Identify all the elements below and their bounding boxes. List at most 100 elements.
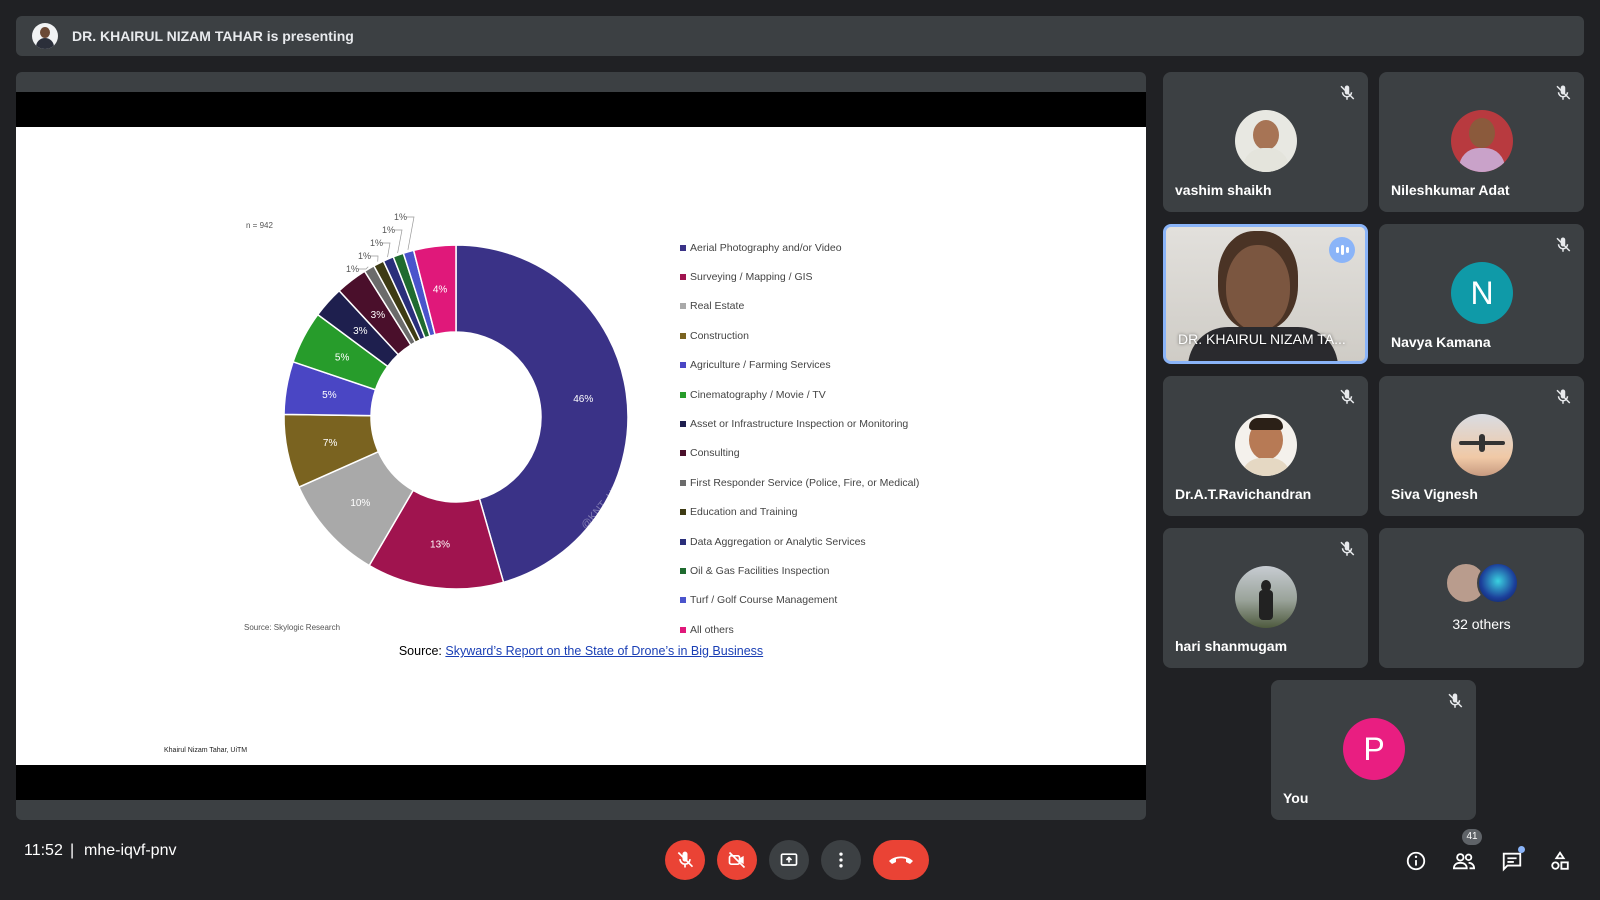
leave-call-button[interactable] [873,840,929,880]
participant-name: vashim shaikh [1175,182,1272,198]
leader-line [406,216,415,250]
legend-label: First Responder Service (Police, Fire, o… [690,476,920,489]
legend-swatch [680,538,686,545]
legend-swatch [680,597,686,604]
present-now-button[interactable] [769,840,809,880]
participant-name: Navya Kamana [1391,334,1491,350]
hang-up-icon [889,856,913,864]
participants-count-badge: 41 [1462,829,1482,845]
legend-label: Surveying / Mapping / GIS [690,271,813,284]
slice-label: 13% [430,540,450,551]
leader-line [358,266,369,270]
participant-name: Nileshkumar Adat [1391,182,1510,198]
participant-name: hari shanmugam [1175,638,1288,654]
others-count: 32 others [1452,616,1511,632]
legend-swatch [680,450,686,457]
legend-item: Asset or Infrastructure Inspection or Mo… [680,409,919,438]
bottom-toolbar: 11:52 | mhe-iqvf-pnv 41 [0,820,1600,900]
legend-label: Education and Training [690,506,798,519]
slice-label: 4% [433,284,448,295]
legend-label: Aerial Photography and/or Video [690,241,842,254]
presentation-stage[interactable]: 46% 13% 10% 7% 5% 5% 3% 3% 4% 1% 1% 1% 1% 1% n = 942 … [16,72,1146,820]
mic-off-icon [1556,389,1571,404]
slice-label: 46% [573,394,593,405]
legend-label: All others [690,623,734,636]
leader-line [394,229,403,254]
slide: 46% 13% 10% 7% 5% 5% 3% 3% 4% 1% 1% 1% 1% 1% n = 942 … [16,127,1146,765]
more-options-button[interactable] [821,840,861,880]
camera-off-icon [728,851,746,869]
legend-item: Turf / Golf Course Management [680,586,919,615]
avatar [1235,414,1297,476]
avatar [1451,110,1513,172]
present-icon [780,853,798,866]
legend-swatch [680,274,686,281]
avatar [1477,562,1519,604]
legend-label: Data Aggregation or Analytic Services [690,535,866,548]
legend-label: Consulting [690,447,740,460]
self-tile[interactable]: P You [1271,680,1476,820]
presenter-avatar [32,23,58,49]
legend-swatch [680,332,686,339]
legend-item: Agriculture / Farming Services [680,351,919,380]
donut-chart: 46% 13% 10% 7% 5% 5% 3%3% 4% 1% 1% 1% 1% 1% [283,212,629,590]
participant-tile[interactable]: Siva Vignesh [1379,376,1584,516]
clock: 11:52 [24,842,63,859]
legend-label: Turf / Golf Course Management [690,594,838,607]
source-link[interactable]: Skyward’s Report on the State of Drone’s… [445,644,763,658]
chart-legend: Aerial Photography and/or Video Surveying… [680,233,919,644]
info-icon [1406,851,1426,871]
legend-label: Real Estate [690,300,745,313]
others-tile[interactable]: 32 others [1379,528,1584,668]
slice-label: 3% [371,310,386,321]
separator: | [70,842,75,859]
legend-swatch [680,479,686,486]
leader-line [370,255,379,262]
slide-author: Khairul Nizam Tahar, UiTM [164,747,248,754]
letterbox-top [16,92,1146,127]
legend-label: Cinematography / Movie / TV [690,388,826,401]
avatar: N [1451,262,1513,324]
mic-off-icon [1340,541,1355,556]
people-button[interactable] [1451,848,1477,874]
legend-label: Agriculture / Farming Services [690,359,831,372]
legend-swatch [680,391,686,398]
active-speaker-tile[interactable]: DR. KHAIRUL NIZAM TA... [1163,224,1368,364]
letterbox-bottom [16,765,1146,800]
legend-swatch [680,509,686,516]
legend-item: Oil & Gas Facilities Inspection [680,556,919,585]
legend-item: Cinematography / Movie / TV [680,380,919,409]
participant-tile[interactable]: hari shanmugam [1163,528,1368,668]
meeting-details-button[interactable] [1403,848,1429,874]
participant-tile[interactable]: N Navya Kamana [1379,224,1584,364]
legend-swatch [680,244,686,251]
legend-swatch [680,567,686,574]
participant-tile[interactable]: vashim shaikh [1163,72,1368,212]
mic-off-icon [1556,85,1571,100]
slice-label: 3% [353,326,368,337]
chat-notification-dot [1518,846,1525,853]
leader-line [382,242,391,258]
slice-label: 1% [370,238,383,248]
legend-item: Education and Training [680,498,919,527]
participant-name: Dr.A.T.Ravichandran [1175,486,1312,502]
legend-label: Oil & Gas Facilities Inspection [690,564,830,577]
mic-off-icon [1556,237,1571,252]
slice-label: 10% [350,498,370,509]
slice-label: 1% [346,264,359,274]
microphone-toggle-button[interactable] [665,840,705,880]
camera-toggle-button[interactable] [717,840,757,880]
participant-tile[interactable]: Dr.A.T.Ravichandran [1163,376,1368,516]
avatar: P [1343,718,1405,780]
mic-off-icon [1340,389,1355,404]
avatar [1451,414,1513,476]
legend-item: All others [680,615,919,644]
more-options-icon [839,852,843,868]
participant-tile[interactable]: Nileshkumar Adat [1379,72,1584,212]
chat-icon [1502,852,1522,872]
slice-label: 1% [394,212,407,222]
legend-item: Consulting [680,439,919,468]
legend-item: Surveying / Mapping / GIS [680,262,919,291]
slice-label: 5% [322,390,337,401]
activities-button[interactable] [1547,848,1573,874]
